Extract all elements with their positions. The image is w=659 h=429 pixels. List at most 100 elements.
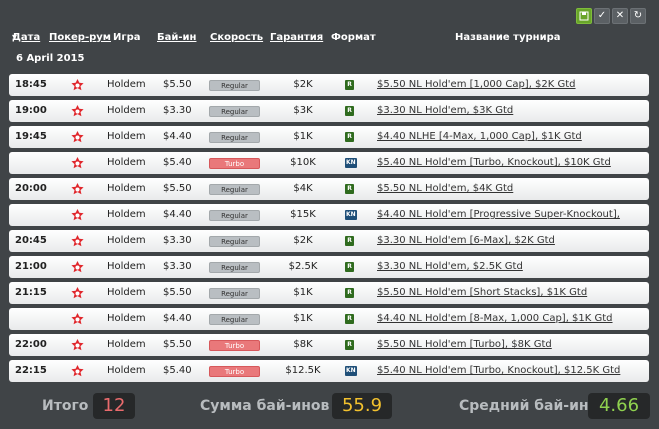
format-header: Формат	[331, 32, 376, 43]
guarantee-value: $2K	[293, 79, 313, 90]
checkmark-icon[interactable]: ✓	[594, 8, 610, 24]
guarantee-value: $4K	[293, 183, 313, 194]
start-time: 21:00	[15, 261, 47, 272]
game-type: Holdem	[107, 313, 146, 324]
format-cell: R	[345, 230, 354, 252]
guarantee-value: $2.5K	[288, 261, 318, 272]
speed-badge: Regular	[209, 105, 260, 117]
table-row: 19:00 Holdem $3.30 Regular $3K R $3.30 NL Hold…	[9, 100, 649, 122]
game-type: Holdem	[107, 183, 146, 194]
table-header: Дата ▾ Покер-рум Игра Бай-ин Скорость Га…	[12, 32, 652, 46]
tournament-name-header: Название турнира	[455, 32, 561, 43]
table-row: Holdem $5.40 Turbo $10K KN $5.40 NL Hold'em […	[9, 152, 649, 174]
speed-cell: Regular	[209, 178, 260, 200]
format-cell: KN	[345, 204, 357, 226]
speed-badge: Regular	[209, 235, 260, 247]
format-badge: R	[345, 132, 354, 142]
start-time: 20:00	[15, 183, 47, 194]
pokerstars-icon	[69, 256, 85, 278]
guarantee-value: $1K	[293, 313, 313, 324]
start-time: 21:15	[15, 287, 47, 298]
tournament-name-link[interactable]: $4.40 NL Hold'em [Progressive Super-Knoc…	[377, 204, 620, 226]
speed-cell: Regular	[209, 204, 260, 226]
speed-header[interactable]: Скорость	[210, 32, 263, 43]
buyin-header[interactable]: Бай-ин	[157, 32, 196, 43]
buyin-value: $5.50	[163, 183, 192, 194]
game-type: Holdem	[107, 209, 146, 220]
pokerstars-icon	[69, 334, 85, 356]
speed-cell: Regular	[209, 256, 260, 278]
format-cell: R	[345, 178, 354, 200]
game-type: Holdem	[107, 261, 146, 272]
pokerstars-icon	[69, 100, 85, 122]
format-cell: R	[345, 100, 354, 122]
format-badge: R	[345, 262, 354, 272]
tournament-name-link[interactable]: $5.50 NL Hold'em [Short Stacks], $1K Gtd	[377, 282, 587, 304]
buyin-value: $5.50	[163, 339, 192, 350]
summary-footer: Итого 12 Сумма бай-инов 55.9 Средний бай…	[0, 392, 659, 422]
start-time: 19:00	[15, 105, 47, 116]
tournament-name-link[interactable]: $5.50 NL Hold'em [Turbo], $8K Gtd	[377, 334, 552, 356]
format-cell: R	[345, 334, 354, 356]
guarantee-value: $8K	[293, 339, 313, 350]
guarantee-header[interactable]: Гарантия	[270, 32, 323, 43]
pokerstars-icon	[69, 126, 85, 148]
buyin-value: $5.50	[163, 79, 192, 90]
table-row: 20:00 Holdem $5.50 Regular $4K R $5.50 NL Hold…	[9, 178, 649, 200]
tournament-name-link[interactable]: $3.30 NL Hold'em, $3K Gtd	[377, 100, 513, 122]
format-badge: KN	[345, 210, 357, 220]
guarantee-value: $2K	[293, 235, 313, 246]
avg-buyin-value: 4.66	[588, 393, 650, 419]
format-cell: KN	[345, 360, 357, 382]
buyin-value: $4.40	[163, 131, 192, 142]
close-icon[interactable]: ✕	[612, 8, 628, 24]
toolbar: ✓ ✕ ↻	[576, 8, 646, 24]
table-row: 22:00 Holdem $5.50 Turbo $8K R $5.50 NL Hold'e…	[9, 334, 649, 356]
table-row: 19:45 Holdem $4.40 Regular $1K R $4.40 NLHE [4…	[9, 126, 649, 148]
format-badge: KN	[345, 366, 357, 376]
game-type: Holdem	[107, 79, 146, 90]
game-type: Holdem	[107, 365, 146, 376]
speed-badge: Regular	[209, 183, 260, 195]
guarantee-value: $1K	[293, 131, 313, 142]
refresh-icon[interactable]: ↻	[630, 8, 646, 24]
buyin-value: $5.40	[163, 157, 192, 168]
speed-cell: Turbo	[209, 152, 260, 174]
tournament-name-link[interactable]: $5.50 NL Hold'em, $4K Gtd	[377, 178, 513, 200]
tournament-name-link[interactable]: $5.50 NL Hold'em [1,000 Cap], $2K Gtd	[377, 74, 576, 96]
format-cell: KN	[345, 152, 357, 174]
tournament-name-link[interactable]: $3.30 NL Hold'em, $2.5K Gtd	[377, 256, 523, 278]
format-cell: R	[345, 256, 354, 278]
speed-badge: Regular	[209, 287, 260, 299]
sum-buyins-value: 55.9	[332, 393, 392, 419]
tournament-name-link[interactable]: $3.30 NL Hold'em [6-Max], $2K Gtd	[377, 230, 555, 252]
format-badge: R	[345, 314, 354, 324]
format-badge: R	[345, 80, 354, 90]
speed-badge: Turbo	[209, 157, 260, 169]
buyin-value: $3.30	[163, 261, 192, 272]
start-time: 20:45	[15, 235, 47, 246]
start-time: 22:00	[15, 339, 47, 350]
tournament-name-link[interactable]: $5.40 NL Hold'em [Turbo, Knockout], $12.…	[377, 360, 620, 382]
room-header[interactable]: Покер-рум	[49, 32, 111, 43]
tournament-name-link[interactable]: $5.40 NL Hold'em [Turbo, Knockout], $10K…	[377, 152, 611, 174]
sort-by-date-header[interactable]: Дата ▾	[12, 32, 40, 43]
table-row: 21:00 Holdem $3.30 Regular $2.5K R $3.30 NL Ho…	[9, 256, 649, 278]
tournament-name-link[interactable]: $4.40 NLHE [4-Max, 1,000 Cap], $1K Gtd	[377, 126, 582, 148]
game-type: Holdem	[107, 287, 146, 298]
table-row: 20:45 Holdem $3.30 Regular $2K R $3.30 NL Hold…	[9, 230, 649, 252]
buyin-value: $4.40	[163, 313, 192, 324]
speed-badge: Regular	[209, 79, 260, 91]
start-time: 18:45	[15, 79, 47, 90]
game-header: Игра	[113, 32, 141, 43]
guarantee-value: $3K	[293, 105, 313, 116]
speed-cell: Regular	[209, 282, 260, 304]
total-value: 12	[93, 393, 135, 419]
table-row: 18:45 Holdem $5.50 Regular $2K R $5.50 NL Hold…	[9, 74, 649, 96]
pokerstars-icon	[69, 360, 85, 382]
save-icon[interactable]	[576, 8, 592, 24]
game-type: Holdem	[107, 105, 146, 116]
buyin-value: $3.30	[163, 235, 192, 246]
format-badge: R	[345, 288, 354, 298]
tournament-name-link[interactable]: $4.40 NL Hold'em [8-Max, 1,000 Cap], $1K…	[377, 308, 613, 330]
